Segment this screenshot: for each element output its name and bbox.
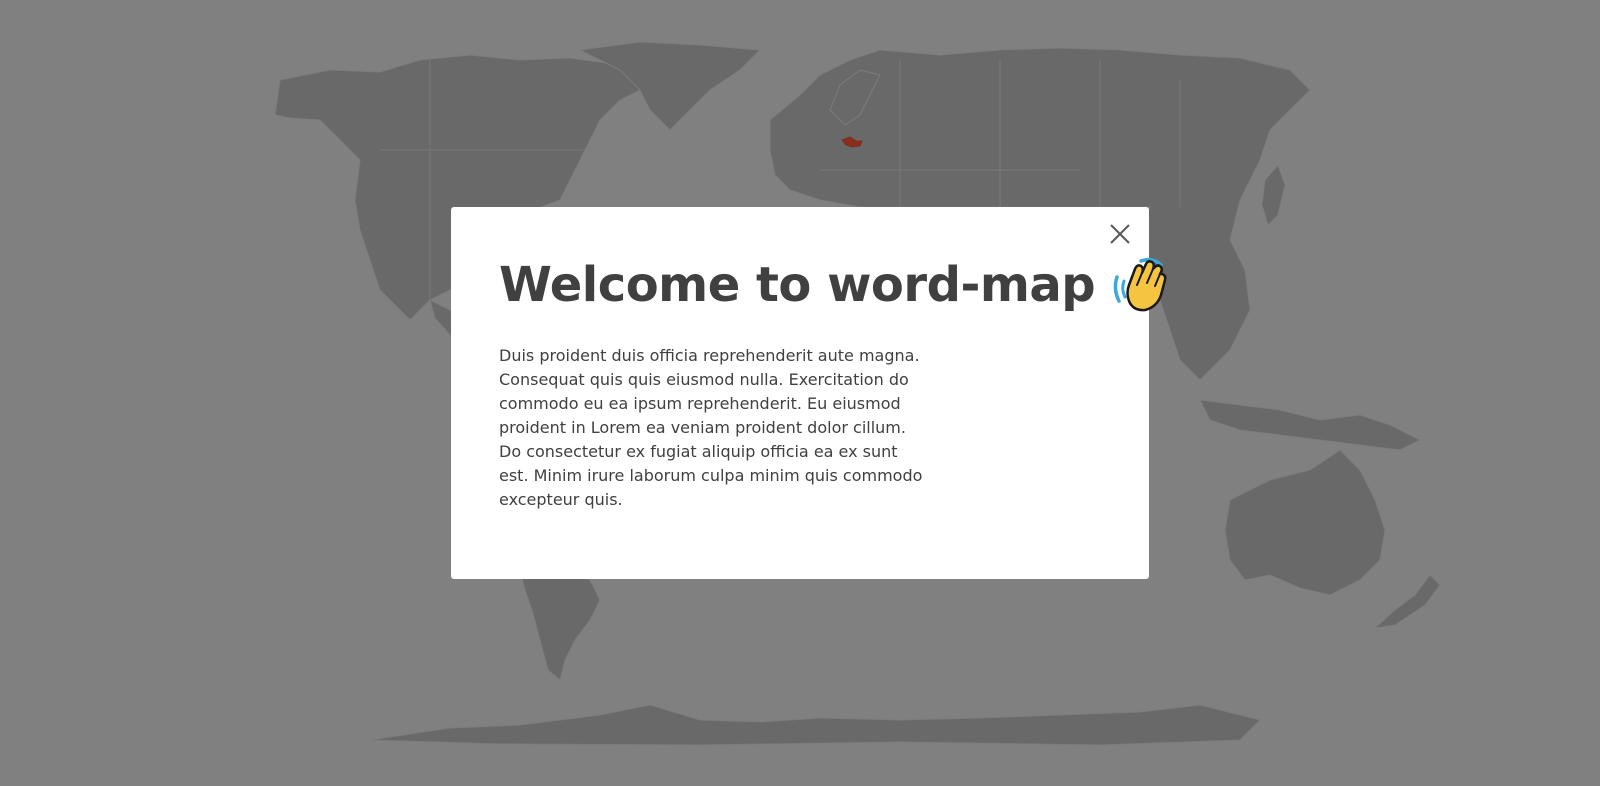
indonesia [1199,399,1422,451]
antarctica [369,704,1261,746]
new-zealand [1373,574,1441,629]
modal-body-text: Duis proident duis officia reprehenderit… [499,346,923,509]
modal-title: Welcome to word-map [499,257,1096,313]
australia [1224,449,1386,596]
south-america [519,564,601,681]
waving-hand-icon [1113,257,1167,312]
close-button[interactable] [1107,221,1133,247]
japan [1261,164,1286,226]
title-row: Welcome to word-map [499,254,1167,316]
close-icon [1110,224,1130,244]
welcome-modal: Welcome to word-map Duis proident duis o… [451,207,1167,579]
